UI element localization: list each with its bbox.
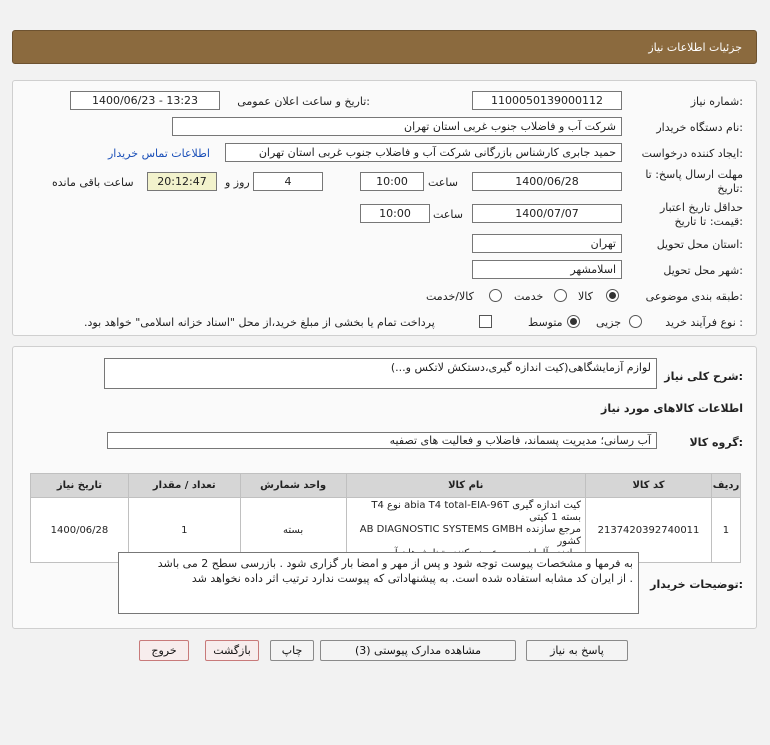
city-label: شهر محل تحویل:	[663, 264, 743, 277]
col-header-date: تاریخ نیاز	[30, 473, 129, 498]
cell-row: 1	[710, 497, 742, 563]
page-title: جزئیات اطلاعات نیاز	[648, 41, 742, 54]
category-radio-goods-service[interactable]	[489, 289, 502, 302]
deadline-time-field: 10:00	[360, 172, 424, 191]
category-option-service: خدمت	[514, 290, 544, 303]
goods-group-label: گروه کالا:	[689, 436, 743, 449]
province-label: استان محل تحویل:	[656, 238, 743, 251]
process-option-medium: متوسط	[528, 316, 563, 329]
buyer-contact-link[interactable]: اطلاعات تماس خریدار	[108, 147, 210, 160]
city-field: اسلامشهر	[472, 260, 622, 279]
requester-label: ایجاد کننده درخواست:	[641, 147, 743, 160]
col-header-qty: تعداد / مقدار	[127, 473, 241, 498]
col-header-row: ردیف	[710, 473, 742, 498]
buyer-org-field: شرکت آب و فاضلاب جنوب غربی استان تهران	[172, 117, 622, 136]
remaining-label: ساعت باقی مانده	[52, 176, 134, 189]
buyer-notes-field: به فرمها و مشخصات پیوست توجه شود و پس از…	[118, 552, 639, 614]
days-label: روز و	[225, 176, 250, 189]
exit-button[interactable]: خروج	[139, 640, 189, 661]
buyer-notes-line2: . از ایران کد مشابه استفاده شده است. به …	[191, 572, 633, 585]
buyer-notes-line1: به فرمها و مشخصات پیوست توجه شود و پس از…	[157, 557, 633, 570]
days-field: 4	[253, 172, 323, 191]
summary-label: شرح کلی نیاز:	[664, 370, 743, 383]
category-radio-goods[interactable]	[606, 289, 619, 302]
category-option-goods-service: کالا/خدمت	[426, 290, 474, 303]
validity-time-label: ساعت	[433, 208, 463, 221]
reply-button[interactable]: پاسخ به نیاز	[526, 640, 628, 661]
deadline-date-field: 1400/06/28	[472, 172, 622, 191]
col-header-name: نام کالا	[345, 473, 587, 498]
category-label: طبقه بندی موضوعی:	[645, 290, 743, 303]
deadline-time-label: ساعت	[428, 176, 458, 189]
announce-field: 1400/06/23 - 13:23	[70, 91, 220, 110]
page-header: جزئیات اطلاعات نیاز	[12, 30, 757, 64]
need-number-label: شماره نیاز:	[690, 95, 743, 108]
treasury-note: پرداخت تمام یا بخشی از مبلغ خرید،از محل …	[84, 316, 435, 329]
goods-table: تاریخ نیاز تعداد / مقدار واحد شمارش نام …	[30, 473, 742, 563]
treasury-checkbox[interactable]	[479, 315, 492, 328]
validity-label-1: حداقل تاریخ اعتبار	[659, 201, 743, 214]
process-label: نوع فرآیند خرید :	[665, 316, 743, 329]
cell-name-line1: کیت اندازه گیری abia T4 total-EIA-96T نو…	[371, 500, 582, 523]
buyer-org-label: نام دستگاه خریدار:	[656, 121, 743, 134]
need-number-field: 1100050139000112	[472, 91, 622, 110]
process-option-minor: جزیی	[596, 316, 622, 329]
requester-field: حمید جابری کارشناس بازرگانی شرکت آب و فا…	[225, 143, 622, 162]
attachments-button[interactable]: مشاهده مدارک پیوستی (3)	[320, 640, 516, 661]
remaining-time-field: 20:12:47	[147, 172, 217, 191]
process-radio-minor[interactable]	[629, 315, 642, 328]
cell-date: 1400/06/28	[30, 497, 129, 563]
back-button[interactable]: بازگشت	[205, 640, 259, 661]
category-radio-service[interactable]	[554, 289, 567, 302]
col-header-unit: واحد شمارش	[239, 473, 347, 498]
goods-group-field: آب رسانی؛ مدیریت پسماند، فاضلاب و فعالیت…	[107, 432, 657, 449]
validity-date-field: 1400/07/07	[472, 204, 622, 223]
col-header-code: کد کالا	[585, 473, 712, 498]
announce-label: تاریخ و ساعت اعلان عمومی:	[237, 95, 370, 108]
validity-time-field: 10:00	[360, 204, 430, 223]
buyer-notes-label: توضیحات خریدار:	[650, 578, 743, 591]
validity-label-2: قیمت: تا تاریخ:	[674, 215, 743, 228]
cell-name-line2: مرجع سازنده AB DIAGNOSTIC SYSTEMS GMBH ک…	[359, 524, 582, 547]
category-option-goods: کالا	[578, 290, 593, 303]
summary-field: لوازم آزمایشگاهی(کیت اندازه گیری،دستکش ل…	[104, 358, 657, 389]
province-field: تهران	[472, 234, 622, 253]
print-button[interactable]: چاپ	[270, 640, 314, 661]
process-radio-medium[interactable]	[567, 315, 580, 328]
deadline-label-1: مهلت ارسال پاسخ: تا	[645, 168, 743, 181]
goods-info-title: اطلاعات کالاهای مورد نیاز	[601, 402, 743, 415]
deadline-label-2: تاریخ:	[717, 182, 743, 195]
table-header-row: تاریخ نیاز تعداد / مقدار واحد شمارش نام …	[30, 473, 742, 498]
